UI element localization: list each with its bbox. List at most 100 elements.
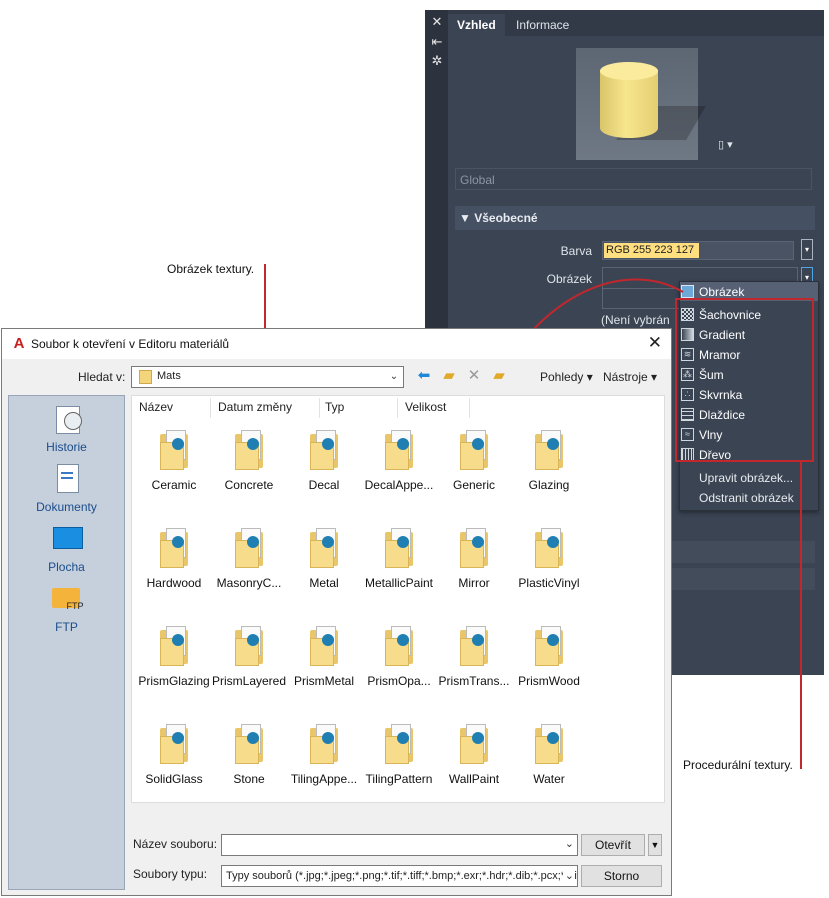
folder-file-icon: [535, 724, 565, 764]
column-size[interactable]: Velikost: [405, 400, 446, 414]
up-folder-icon[interactable]: ▰: [439, 366, 459, 386]
cancel-button[interactable]: Storno: [581, 865, 662, 887]
chevron-down-icon: ⌄: [389, 371, 399, 382]
place-ftp-label: FTP: [55, 620, 78, 634]
place-documents-label: Dokumenty: [36, 500, 97, 514]
dialog-titlebar: A Soubor k otevření v Editoru materiálů …: [2, 329, 671, 359]
delete-icon[interactable]: ✕: [464, 366, 484, 386]
ftp-folder-icon: FTP: [51, 584, 84, 614]
file-type-value: Typy souborů (*.jpg;*.jpeg;*.png;*.tif;*…: [226, 870, 578, 882]
place-desktop-label: Plocha: [48, 560, 85, 574]
open-button[interactable]: Otevřít: [581, 834, 645, 856]
views-label: Pohledy: [540, 370, 584, 384]
look-in-dropdown[interactable]: Mats ⌄: [131, 366, 404, 388]
folder-file-icon: [385, 724, 415, 764]
file-item[interactable]: Hardwood: [136, 526, 212, 606]
history-icon: [52, 404, 82, 434]
folder-file-icon: [535, 626, 565, 666]
folder-file-icon: [535, 430, 565, 470]
dialog-title: Soubor k otevření v Editoru materiálů: [31, 337, 230, 351]
file-item[interactable]: PrismMetal: [286, 624, 362, 704]
file-item[interactable]: Glazing: [511, 428, 587, 508]
folder-file-icon: [160, 528, 190, 568]
file-item[interactable]: MasonryC...: [211, 526, 287, 606]
folder-file-icon: [460, 626, 490, 666]
file-open-dialog: A Soubor k otevření v Editoru materiálů …: [1, 328, 672, 896]
file-item[interactable]: Water: [511, 722, 587, 802]
new-folder-icon[interactable]: ▰: [489, 366, 509, 386]
folder-file-icon: [535, 528, 565, 568]
column-type[interactable]: Typ: [325, 400, 344, 414]
chevron-down-icon[interactable]: ⌄: [565, 837, 574, 850]
folder-file-icon: [460, 528, 490, 568]
file-item[interactable]: Metal: [286, 526, 362, 606]
file-item[interactable]: PrismWood: [511, 624, 587, 704]
file-item[interactable]: PrismOpa...: [361, 624, 437, 704]
file-item[interactable]: PrismTrans...: [436, 624, 512, 704]
place-documents[interactable]: Dokumenty: [9, 464, 124, 514]
folder-file-icon: [385, 430, 415, 470]
place-desktop[interactable]: Plocha: [9, 524, 124, 574]
file-item[interactable]: Concrete: [211, 428, 287, 508]
file-item[interactable]: TilingPattern: [361, 722, 437, 802]
file-name: PlasticVinyl: [518, 576, 580, 590]
folder-file-icon: [160, 724, 190, 764]
file-type-label: Soubory typu:: [133, 867, 208, 881]
back-arrow-icon[interactable]: ⬅: [414, 366, 434, 386]
file-item[interactable]: Mirror: [436, 526, 512, 606]
look-in-label: Hledat v:: [78, 370, 126, 384]
folder-file-icon: [310, 430, 340, 470]
file-item[interactable]: PrismGlazing: [136, 624, 212, 704]
folder-file-icon: [235, 626, 265, 666]
file-name: PrismWood: [518, 674, 580, 688]
folder-file-icon: [310, 528, 340, 568]
file-item[interactable]: Generic: [436, 428, 512, 508]
folder-file-icon: [235, 724, 265, 764]
folder-file-icon: [160, 626, 190, 666]
look-in-value: Mats: [157, 370, 181, 382]
folder-file-icon: [310, 724, 340, 764]
tools-label: Nástroje: [603, 370, 648, 384]
place-history-label: Historie: [46, 440, 87, 454]
folder-file-icon: [235, 430, 265, 470]
folder-file-icon: [385, 528, 415, 568]
tools-menu[interactable]: Nástroje ▾: [603, 370, 657, 384]
place-history[interactable]: Historie: [9, 404, 124, 454]
documents-icon: [52, 464, 82, 494]
file-item[interactable]: TilingAppe...: [286, 722, 362, 802]
autocad-logo-icon: A: [13, 335, 25, 352]
file-item[interactable]: Decal: [286, 428, 362, 508]
column-separator[interactable]: [469, 398, 470, 418]
folder-file-icon: [310, 626, 340, 666]
column-name[interactable]: Název: [139, 400, 173, 414]
folder-file-icon: [235, 528, 265, 568]
file-item[interactable]: DecalAppe...: [361, 428, 437, 508]
file-name-label: Název souboru:: [133, 837, 218, 851]
places-sidebar: Historie Dokumenty Plocha FTP FTP: [8, 395, 125, 890]
file-type-dropdown[interactable]: Typy souborů (*.jpg;*.jpeg;*.png;*.tif;*…: [221, 865, 578, 887]
file-item[interactable]: SolidGlass: [136, 722, 212, 802]
folder-file-icon: [460, 724, 490, 764]
file-item[interactable]: MetallicPaint: [361, 526, 437, 606]
file-item[interactable]: PrismLayered: [211, 624, 287, 704]
column-separator[interactable]: [210, 398, 211, 418]
folder-icon: [139, 370, 152, 384]
folder-file-icon: [385, 626, 415, 666]
file-item[interactable]: PlasticVinyl: [511, 526, 587, 606]
views-menu[interactable]: Pohledy ▾: [540, 370, 593, 384]
file-list: Název Datum změny Typ Velikost Ceramic Co…: [131, 395, 665, 803]
close-icon[interactable]: ✕: [648, 333, 662, 353]
place-ftp[interactable]: FTP FTP: [9, 584, 124, 634]
file-item[interactable]: WallPaint: [436, 722, 512, 802]
file-name: Glazing: [528, 478, 570, 492]
column-separator[interactable]: [397, 398, 398, 418]
open-options-button[interactable]: ▼: [648, 834, 662, 856]
column-separator[interactable]: [319, 398, 320, 418]
folder-file-icon: [460, 430, 490, 470]
file-name: Water: [533, 772, 565, 786]
column-date-modified[interactable]: Datum změny: [218, 400, 292, 414]
file-item[interactable]: Ceramic: [136, 428, 212, 508]
file-item[interactable]: Stone: [211, 722, 287, 802]
file-name-input[interactable]: ⌄: [221, 834, 578, 856]
chevron-down-icon: ⌄: [562, 866, 574, 886]
